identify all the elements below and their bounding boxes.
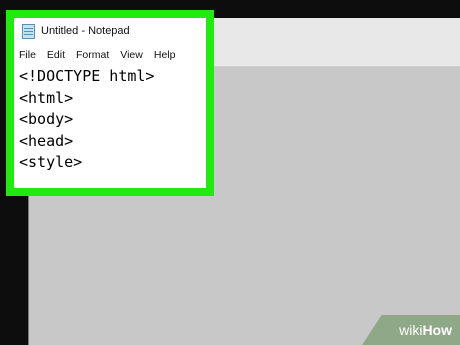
code-line: <body> (19, 110, 74, 128)
menu-bar: File Edit Format View Help (14, 46, 206, 64)
watermark-suffix: How (422, 322, 452, 338)
menu-format[interactable]: Format (76, 49, 109, 61)
watermark-text: wikiHow (399, 322, 452, 338)
menu-view[interactable]: View (120, 49, 143, 61)
text-editor[interactable]: <!DOCTYPE html> <html> <body> <head> <st… (14, 64, 206, 174)
code-line: <head> (19, 131, 74, 150)
notepad-icon (22, 23, 35, 39)
code-line: <html> (19, 88, 74, 107)
menu-file[interactable]: File (19, 49, 36, 61)
notepad-window: Untitled - Notepad File Edit Format View… (14, 18, 206, 188)
window-title: Untitled - Notepad (41, 25, 130, 37)
code-line: <!DOCTYPE html> (19, 67, 155, 85)
code-line: <style> (19, 153, 83, 171)
menu-edit[interactable]: Edit (47, 49, 65, 61)
notepad-titlebar[interactable]: Untitled - Notepad (14, 18, 206, 44)
menu-help[interactable]: Help (154, 49, 176, 61)
watermark-prefix: wiki (399, 322, 423, 338)
highlight-frame: Untitled - Notepad File Edit Format View… (6, 10, 214, 196)
